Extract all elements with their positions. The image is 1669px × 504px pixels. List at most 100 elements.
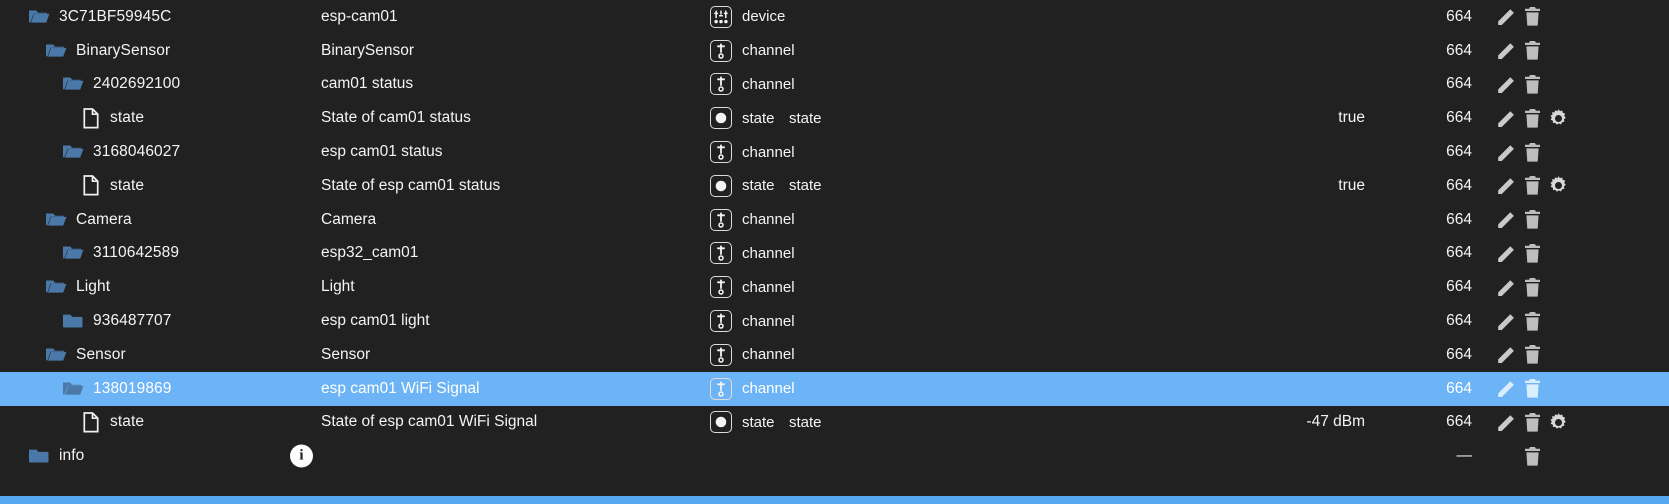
trash-icon[interactable] bbox=[1519, 5, 1545, 29]
channel-icon bbox=[710, 39, 732, 62]
trash-icon[interactable] bbox=[1519, 106, 1545, 130]
row-actions[interactable] bbox=[1493, 0, 1571, 34]
gear-icon bbox=[1545, 309, 1571, 333]
table-row[interactable]: BinarySensor BinarySensor channel 664 bbox=[0, 33, 1669, 68]
row-actions[interactable] bbox=[1493, 237, 1571, 271]
row-name-cell[interactable]: state bbox=[83, 406, 144, 440]
table-row[interactable]: state State of esp cam01 status state state… bbox=[0, 168, 1669, 203]
row-name-cell[interactable]: 3168046027 bbox=[62, 135, 180, 169]
folder-open-icon[interactable] bbox=[45, 277, 67, 297]
gear-icon bbox=[1545, 444, 1571, 468]
folder-open-icon[interactable] bbox=[45, 210, 67, 230]
row-name-cell[interactable]: Camera bbox=[45, 203, 132, 237]
pencil-icon[interactable] bbox=[1493, 343, 1519, 367]
trash-icon[interactable] bbox=[1519, 140, 1545, 164]
row-name-cell[interactable]: 3C71BF59945C bbox=[28, 0, 171, 34]
channel-icon bbox=[710, 141, 732, 164]
trash-icon[interactable] bbox=[1519, 275, 1545, 299]
row-type-label: channel bbox=[742, 346, 795, 364]
row-actions[interactable] bbox=[1493, 101, 1571, 135]
gear-icon[interactable] bbox=[1545, 410, 1571, 434]
pencil-icon[interactable] bbox=[1493, 140, 1519, 164]
folder-open-icon[interactable] bbox=[62, 379, 84, 399]
row-description-label: State of esp cam01 WiFi Signal bbox=[321, 413, 538, 431]
table-row[interactable]: state State of cam01 status state state true… bbox=[0, 101, 1669, 136]
pencil-icon[interactable] bbox=[1493, 39, 1519, 63]
table-row[interactable]: Camera Camera channel 664 bbox=[0, 202, 1669, 237]
pencil-icon[interactable] bbox=[1493, 174, 1519, 198]
row-name-cell[interactable]: 138019869 bbox=[62, 372, 171, 406]
trash-icon[interactable] bbox=[1519, 444, 1545, 468]
trash-icon[interactable] bbox=[1519, 174, 1545, 198]
row-actions[interactable] bbox=[1493, 203, 1571, 237]
row-actions[interactable] bbox=[1493, 68, 1571, 102]
trash-icon[interactable] bbox=[1519, 241, 1545, 265]
table-row[interactable]: info i — bbox=[0, 439, 1669, 474]
gear-icon[interactable] bbox=[1545, 174, 1571, 198]
table-row[interactable]: 936487707 esp cam01 light channel 664 bbox=[0, 304, 1669, 338]
folder-open-icon[interactable] bbox=[62, 142, 84, 162]
pencil-icon[interactable] bbox=[1493, 72, 1519, 96]
row-actions[interactable] bbox=[1493, 135, 1571, 169]
row-actions[interactable] bbox=[1493, 270, 1571, 304]
row-actions[interactable] bbox=[1493, 34, 1571, 68]
pencil-icon[interactable] bbox=[1493, 5, 1519, 29]
folder-open-icon[interactable] bbox=[28, 7, 50, 27]
row-actions[interactable] bbox=[1493, 169, 1571, 203]
trash-icon[interactable] bbox=[1519, 208, 1545, 232]
row-actions[interactable] bbox=[1493, 439, 1571, 473]
row-actions[interactable] bbox=[1493, 372, 1571, 406]
row-name-label: 936487707 bbox=[93, 312, 172, 330]
row-name-cell[interactable]: state bbox=[83, 169, 144, 203]
info-badge-icon[interactable]: i bbox=[290, 444, 313, 468]
row-name-cell[interactable]: info bbox=[28, 439, 84, 473]
row-description-cell: State of esp cam01 WiFi Signal bbox=[321, 406, 537, 440]
folder-closed-icon[interactable] bbox=[62, 311, 84, 331]
folder-open-icon[interactable] bbox=[62, 74, 84, 94]
row-name-cell[interactable]: state bbox=[83, 101, 144, 135]
table-row[interactable]: Sensor Sensor channel 664 bbox=[0, 337, 1669, 372]
row-permissions-cell: 664 bbox=[1400, 34, 1472, 68]
row-name-cell[interactable]: Sensor bbox=[45, 338, 126, 372]
row-name-cell[interactable]: Light bbox=[45, 270, 110, 304]
row-name-cell[interactable]: 936487707 bbox=[62, 304, 171, 338]
pencil-icon[interactable] bbox=[1493, 208, 1519, 232]
row-actions[interactable] bbox=[1493, 338, 1571, 372]
table-row[interactable]: 138019869 esp cam01 WiFi Signal channel 664 bbox=[0, 371, 1669, 406]
trash-icon[interactable] bbox=[1519, 72, 1545, 96]
trash-icon[interactable] bbox=[1519, 39, 1545, 63]
row-type-cell: channel bbox=[710, 270, 795, 304]
channel-icon bbox=[710, 242, 732, 265]
object-tree-table[interactable]: 3C71BF59945C esp-cam01 device 664 BinarySens… bbox=[0, 0, 1669, 496]
folder-open-icon[interactable] bbox=[45, 345, 67, 365]
row-permissions-cell: 664 bbox=[1400, 237, 1472, 271]
trash-icon[interactable] bbox=[1519, 410, 1545, 434]
row-actions[interactable] bbox=[1493, 406, 1571, 440]
pencil-icon[interactable] bbox=[1493, 309, 1519, 333]
pencil-icon[interactable] bbox=[1493, 377, 1519, 401]
row-name-cell[interactable]: BinarySensor bbox=[45, 34, 170, 68]
pencil-icon[interactable] bbox=[1493, 410, 1519, 434]
table-row[interactable]: 3110642589 esp32_cam01 channel 664 bbox=[0, 236, 1669, 271]
row-actions[interactable] bbox=[1493, 304, 1571, 338]
table-row[interactable]: 3168046027 esp cam01 status channel 664 bbox=[0, 135, 1669, 169]
trash-icon[interactable] bbox=[1519, 309, 1545, 333]
folder-open-icon[interactable] bbox=[62, 243, 84, 263]
row-permissions-label: 664 bbox=[1446, 312, 1472, 330]
gear-icon[interactable] bbox=[1545, 106, 1571, 130]
row-name-cell[interactable]: 3110642589 bbox=[62, 237, 179, 271]
pencil-icon[interactable] bbox=[1493, 106, 1519, 130]
channel-icon bbox=[710, 73, 732, 96]
table-row[interactable]: 3C71BF59945C esp-cam01 device 664 bbox=[0, 0, 1669, 34]
row-permissions-label: — bbox=[1456, 447, 1473, 465]
pencil-icon[interactable] bbox=[1493, 241, 1519, 265]
trash-icon[interactable] bbox=[1519, 343, 1545, 367]
table-row[interactable]: 2402692100 cam01 status channel 664 bbox=[0, 67, 1669, 102]
table-row[interactable]: state State of esp cam01 WiFi Signal state… bbox=[0, 405, 1669, 440]
folder-open-icon[interactable] bbox=[45, 41, 67, 61]
table-row[interactable]: Light Light channel 664 bbox=[0, 270, 1669, 305]
trash-icon[interactable] bbox=[1519, 377, 1545, 401]
row-name-cell[interactable]: 2402692100 bbox=[62, 68, 180, 102]
folder-closed-icon[interactable] bbox=[28, 446, 50, 466]
pencil-icon[interactable] bbox=[1493, 275, 1519, 299]
